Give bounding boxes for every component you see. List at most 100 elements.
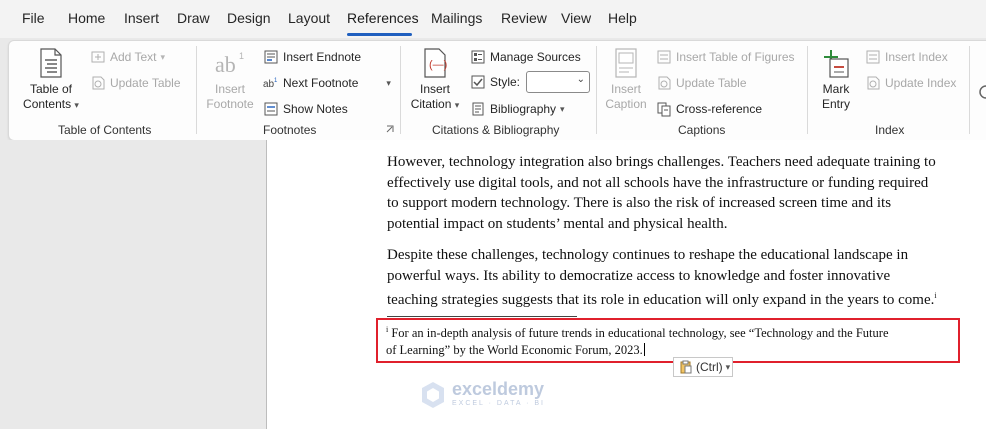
table-of-contents-button[interactable]: Table of Contents ▾ — [18, 48, 84, 113]
footnote-separator — [387, 316, 577, 317]
insert-footnote-button[interactable]: ab 1 Insert Footnote — [203, 48, 257, 112]
insert-endnote-label: Insert Endnote — [283, 50, 362, 64]
tab-mailings[interactable]: Mailings — [431, 10, 482, 26]
chevron-down-icon: ▾ — [454, 100, 460, 110]
manage-sources-button[interactable]: Manage Sources — [470, 48, 581, 66]
style-label: Style: — [490, 75, 521, 89]
group-separator — [196, 46, 197, 134]
partial-group-icon — [979, 85, 986, 99]
watermark-name: exceldemy — [452, 379, 545, 399]
manage-sources-icon — [471, 50, 485, 64]
group-label-citations: Citations & Bibliography — [432, 123, 560, 137]
insert-index-button[interactable]: Insert Index — [865, 48, 948, 66]
show-notes-button[interactable]: Show Notes — [263, 100, 348, 118]
tab-help[interactable]: Help — [608, 10, 637, 26]
footnote-reference-mark[interactable]: i — [934, 291, 936, 300]
mark-entry-button[interactable]: Mark Entry — [814, 48, 858, 112]
ribbon-tab-bar: File Home Insert Draw Design Layout Refe… — [0, 0, 986, 38]
tab-insert[interactable]: Insert — [124, 10, 159, 26]
bibliography-button[interactable]: Bibliography ▾ — [470, 100, 565, 118]
group-label-index: Index — [875, 123, 905, 137]
exceldemy-logo-icon — [422, 381, 444, 408]
chevron-down-icon: ▾ — [560, 103, 565, 114]
svg-text:1: 1 — [239, 51, 244, 61]
toc-button-label-1: Table of — [29, 82, 73, 96]
update-index-button[interactable]: Update Index — [865, 74, 956, 92]
endnote-icon — [264, 50, 278, 64]
group-separator — [969, 46, 970, 134]
tab-home[interactable]: Home — [68, 10, 105, 26]
update-table-icon — [92, 76, 105, 90]
dialog-launcher-icon[interactable] — [386, 125, 394, 133]
cross-reference-label: Cross-reference — [676, 102, 763, 116]
style-icon — [471, 75, 485, 89]
update-table-figures-label: Update Table — [676, 76, 747, 90]
tab-view[interactable]: View — [561, 10, 591, 26]
exceldemy-watermark: exceldemy EXCEL · DATA · BI — [420, 380, 545, 409]
group-label-table-of-contents: Table of Contents — [58, 123, 152, 137]
tab-draw[interactable]: Draw — [177, 10, 210, 26]
add-text-icon — [91, 51, 105, 63]
chevron-down-icon: ▾ — [74, 100, 79, 110]
insert-caption-button[interactable]: Insert Caption — [602, 48, 650, 112]
chevron-down-icon: ▾ — [725, 361, 731, 372]
add-text-label: Add Text — [110, 50, 157, 64]
caption-icon — [615, 48, 637, 78]
tab-review[interactable]: Review — [501, 10, 547, 26]
insert-table-of-figures-label: Insert Table of Figures — [676, 50, 795, 64]
update-table-icon — [658, 76, 671, 90]
text-line: teaching strategies suggests that its ro… — [387, 292, 935, 308]
text-line: Despite these challenges, technology con… — [387, 247, 909, 263]
cross-reference-button[interactable]: Cross-reference — [656, 100, 762, 118]
svg-text:ab: ab — [215, 52, 236, 77]
insert-index-icon — [866, 50, 880, 64]
insert-footnote-label-2: Footnote — [206, 97, 254, 111]
active-tab-indicator — [347, 33, 412, 36]
show-notes-icon — [264, 102, 278, 116]
tab-references[interactable]: References — [347, 10, 419, 26]
next-footnote-button[interactable]: ab 1 Next Footnote ▾ — [263, 74, 391, 92]
update-table-figures-button[interactable]: Update Table — [656, 74, 747, 92]
clipboard-icon — [680, 360, 692, 374]
insert-citation-button[interactable]: (—) Insert Citation ▾ — [406, 48, 464, 113]
insert-footnote-label-1: Insert — [214, 82, 245, 96]
insert-caption-label-2: Caption — [605, 97, 647, 111]
footnote-ab-icon: ab 1 — [215, 51, 244, 77]
toc-button-label-2: Contents — [23, 97, 72, 111]
group-separator — [400, 46, 401, 134]
style-selector: Style: ⌄ — [470, 71, 591, 93]
text-line: However, technology integration also bri… — [387, 154, 936, 170]
update-table-label: Update Table — [110, 76, 181, 90]
insert-index-label: Insert Index — [885, 50, 948, 64]
svg-text:1: 1 — [274, 78, 278, 84]
update-table-button[interactable]: Update Table — [90, 74, 181, 92]
paste-options-label: (Ctrl) — [696, 360, 723, 374]
manage-sources-label: Manage Sources — [490, 50, 581, 64]
insert-citation-label-1: Insert — [419, 82, 450, 96]
show-notes-label: Show Notes — [283, 102, 348, 116]
style-dropdown[interactable]: ⌄ — [526, 71, 591, 93]
insert-table-of-figures-button[interactable]: Insert Table of Figures — [656, 48, 795, 66]
update-index-label: Update Index — [885, 76, 957, 90]
paste-options-button[interactable]: (Ctrl) ▾ — [673, 357, 733, 377]
cross-reference-icon — [657, 102, 671, 117]
add-text-button[interactable]: Add Text ▾ — [90, 48, 165, 66]
group-separator — [807, 46, 808, 134]
mark-entry-label-2: Entry — [821, 97, 850, 111]
paragraph-conclusion[interactable]: Despite these challenges, technology con… — [387, 245, 967, 311]
insert-endnote-button[interactable]: Insert Endnote — [263, 48, 361, 66]
group-label-footnotes: Footnotes — [263, 123, 317, 137]
text-line: effectively use digital tools, and not a… — [387, 174, 929, 191]
tab-design[interactable]: Design — [227, 10, 271, 26]
document-list-icon — [40, 48, 62, 78]
tab-layout[interactable]: Layout — [288, 10, 330, 26]
chevron-down-icon: ⌄ — [576, 74, 586, 85]
tab-file[interactable]: File — [22, 10, 45, 26]
text-line: to support modern technology. There is a… — [387, 195, 892, 211]
highlight-box — [376, 318, 960, 363]
insert-caption-label-1: Insert — [610, 82, 641, 96]
watermark-tagline: EXCEL · DATA · BI — [452, 400, 545, 407]
chevron-down-icon[interactable]: ▾ — [386, 78, 391, 89]
paragraph-challenges[interactable]: However, technology integration also bri… — [387, 152, 967, 234]
text-line: potential impact on students’ mental and… — [387, 215, 728, 232]
